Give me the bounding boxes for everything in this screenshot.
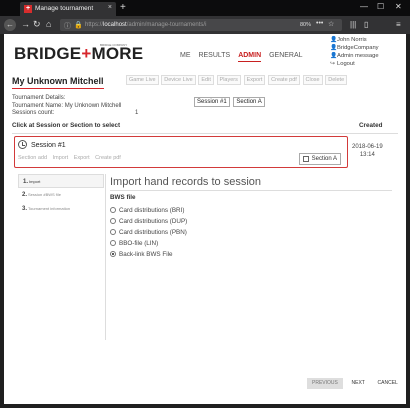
browser-tab-bar: + Manage tournament × + — ☐ ✕ [0,0,410,16]
company-icon: 👤 [330,45,338,51]
message-icon: 👤 [330,53,338,59]
logo-subtitle: BRIDGE COMPANY [100,43,128,47]
reload-button[interactable]: ↻ [33,19,41,30]
wizard-title: Import hand records to session [110,176,392,191]
maximize-icon[interactable]: ☐ [377,2,384,11]
logout-item[interactable]: ↪ Logout [330,60,379,68]
address-bar[interactable]: ⓘ 🔒 https://localhost/admin/manage-tourn… [60,19,342,31]
section-a-button[interactable]: Section A [233,97,265,107]
edit-button[interactable]: Edit [198,75,214,85]
nav-item-general[interactable]: GENERAL [269,52,302,59]
tab-title: Manage tournament [35,5,94,12]
section-a-label: Section A [311,156,337,162]
created-time: 13:14 [359,152,375,158]
create-pdf-button[interactable]: Create pdf [268,75,300,85]
option-dup[interactable]: Card distributions (DUP) [110,217,187,228]
import-options: Card distributions (BRI) Card distributi… [110,206,187,261]
user-menu: 👤John Norris 👤BridgeCompany 👤Admin messa… [330,36,379,68]
nav-item-admin[interactable]: ADMIN [238,52,262,62]
nav-item-me[interactable]: ME [180,52,191,59]
favicon-icon: + [24,5,32,13]
option-bri[interactable]: Card distributions (BRI) [110,206,187,217]
session-created: 2018-06-19 13:14 [352,143,383,159]
radio-pbn[interactable] [110,229,116,235]
session-row[interactable]: Session #1 Section add Import Export Cre… [14,136,348,168]
logo[interactable]: BRIDGE+MORE [14,44,143,64]
new-tab-button[interactable]: + [120,2,126,13]
wizard-step-2[interactable]: 2.Session #BWS file [18,188,104,202]
logout-icon: ↪ [330,61,335,67]
library-icon[interactable]: ||| [350,20,356,29]
wizard-divider [105,174,106,340]
section-a-card[interactable]: Section A [299,153,341,165]
wizard-step-3[interactable]: 3.Tournament information [18,202,104,216]
radio-bws[interactable] [110,251,116,257]
tab-close-icon[interactable]: × [108,4,112,11]
cube-icon [303,156,309,162]
export-button[interactable]: Export [243,75,266,85]
browser-nav-bar: ← → ↻ ⌂ ⓘ 🔒 https://localhost/admin/mana… [0,16,410,34]
option-pbn[interactable]: Card distributions (PBN) [110,228,187,239]
tournament-name-line: Tournament Name: My Unknown Mitchell [12,102,122,109]
session-export-button[interactable]: Export [74,155,90,161]
sidebar-icon[interactable]: ▯ [364,20,368,29]
zoom-level[interactable]: 80% [300,22,311,28]
bookmark-star-icon[interactable]: ☆ [328,20,334,28]
back-button[interactable]: ← [4,19,16,31]
user-name-item[interactable]: 👤John Norris [330,36,379,44]
user-company-item[interactable]: 👤BridgeCompany [330,44,379,52]
session-title: Session #1 [31,142,66,149]
forward-button[interactable]: → [21,19,30,29]
tournament-details: Tournament Details: Tournament Name: My … [12,95,121,118]
radio-bri[interactable] [110,207,116,213]
main-nav: ME RESULTS ADMIN GENERAL [180,52,309,62]
table-header-select: Click at Session or Section to select [12,122,121,129]
lock-icon: 🔒 [74,22,83,29]
page-content: BRIDGE+MORE BRIDGE COMPANY ME RESULTS AD… [4,34,406,404]
close-button[interactable]: Close [302,75,323,85]
session-selector: Session #1 Section A [194,97,267,107]
wizard-step-1[interactable]: 1.Import [18,174,104,188]
page-actions-icon[interactable]: ••• [316,20,323,27]
table-header-created[interactable]: Created [359,122,382,129]
game-live-button[interactable]: Game Live [126,75,159,85]
cancel-button[interactable]: CANCEL [374,378,402,389]
next-button[interactable]: NEXT [348,378,369,389]
sessions-table-header: Click at Session or Section to select Cr… [12,122,398,134]
sessions-count-value: 1 [135,110,139,116]
delete-button[interactable]: Delete [325,75,348,85]
browser-tab[interactable]: + Manage tournament × [20,2,116,16]
option-lin[interactable]: BBO-file (LIN) [110,239,187,250]
url-text: https://localhost/admin/manage-tournamen… [85,22,207,28]
tournament-title: My Unknown Mitchell [12,76,104,89]
admin-message-item[interactable]: 👤Admin message [330,52,379,60]
section-add-button[interactable]: Section add [18,155,47,161]
nav-item-results[interactable]: RESULTS [198,52,230,59]
bws-file-label: BWS file [110,194,136,201]
minimize-icon[interactable]: — [360,2,368,11]
radio-lin[interactable] [110,240,116,246]
window-close-icon[interactable]: ✕ [395,2,402,11]
clock-icon [18,140,27,149]
info-icon[interactable]: ⓘ [64,21,71,31]
tournament-actions: Game Live Device Live Edit Players Expor… [126,75,348,85]
device-live-button[interactable]: Device Live [161,75,196,85]
sessions-count-label: Sessions count: [12,110,55,116]
hamburger-menu-icon[interactable]: ≡ [396,20,401,29]
home-button[interactable]: ⌂ [46,19,51,29]
details-label: Tournament Details: [12,95,66,101]
wizard-buttons: PREVIOUS NEXT CANCEL [304,378,402,389]
import-button[interactable]: Import [53,155,69,161]
user-icon: 👤 [330,37,338,43]
wizard-steps: 1.Import 2.Session #BWS file 3.Tournamen… [18,174,104,340]
session-create-pdf-button[interactable]: Create pdf [95,155,121,161]
session-actions: Section add Import Export Create pdf [18,155,125,161]
radio-dup[interactable] [110,218,116,224]
session-1-button[interactable]: Session #1 [194,97,230,107]
previous-button[interactable]: PREVIOUS [307,378,343,389]
created-date: 2018-06-19 [352,144,383,150]
option-bws[interactable]: Back-link BWS File [110,250,187,261]
players-button[interactable]: Players [216,75,241,85]
